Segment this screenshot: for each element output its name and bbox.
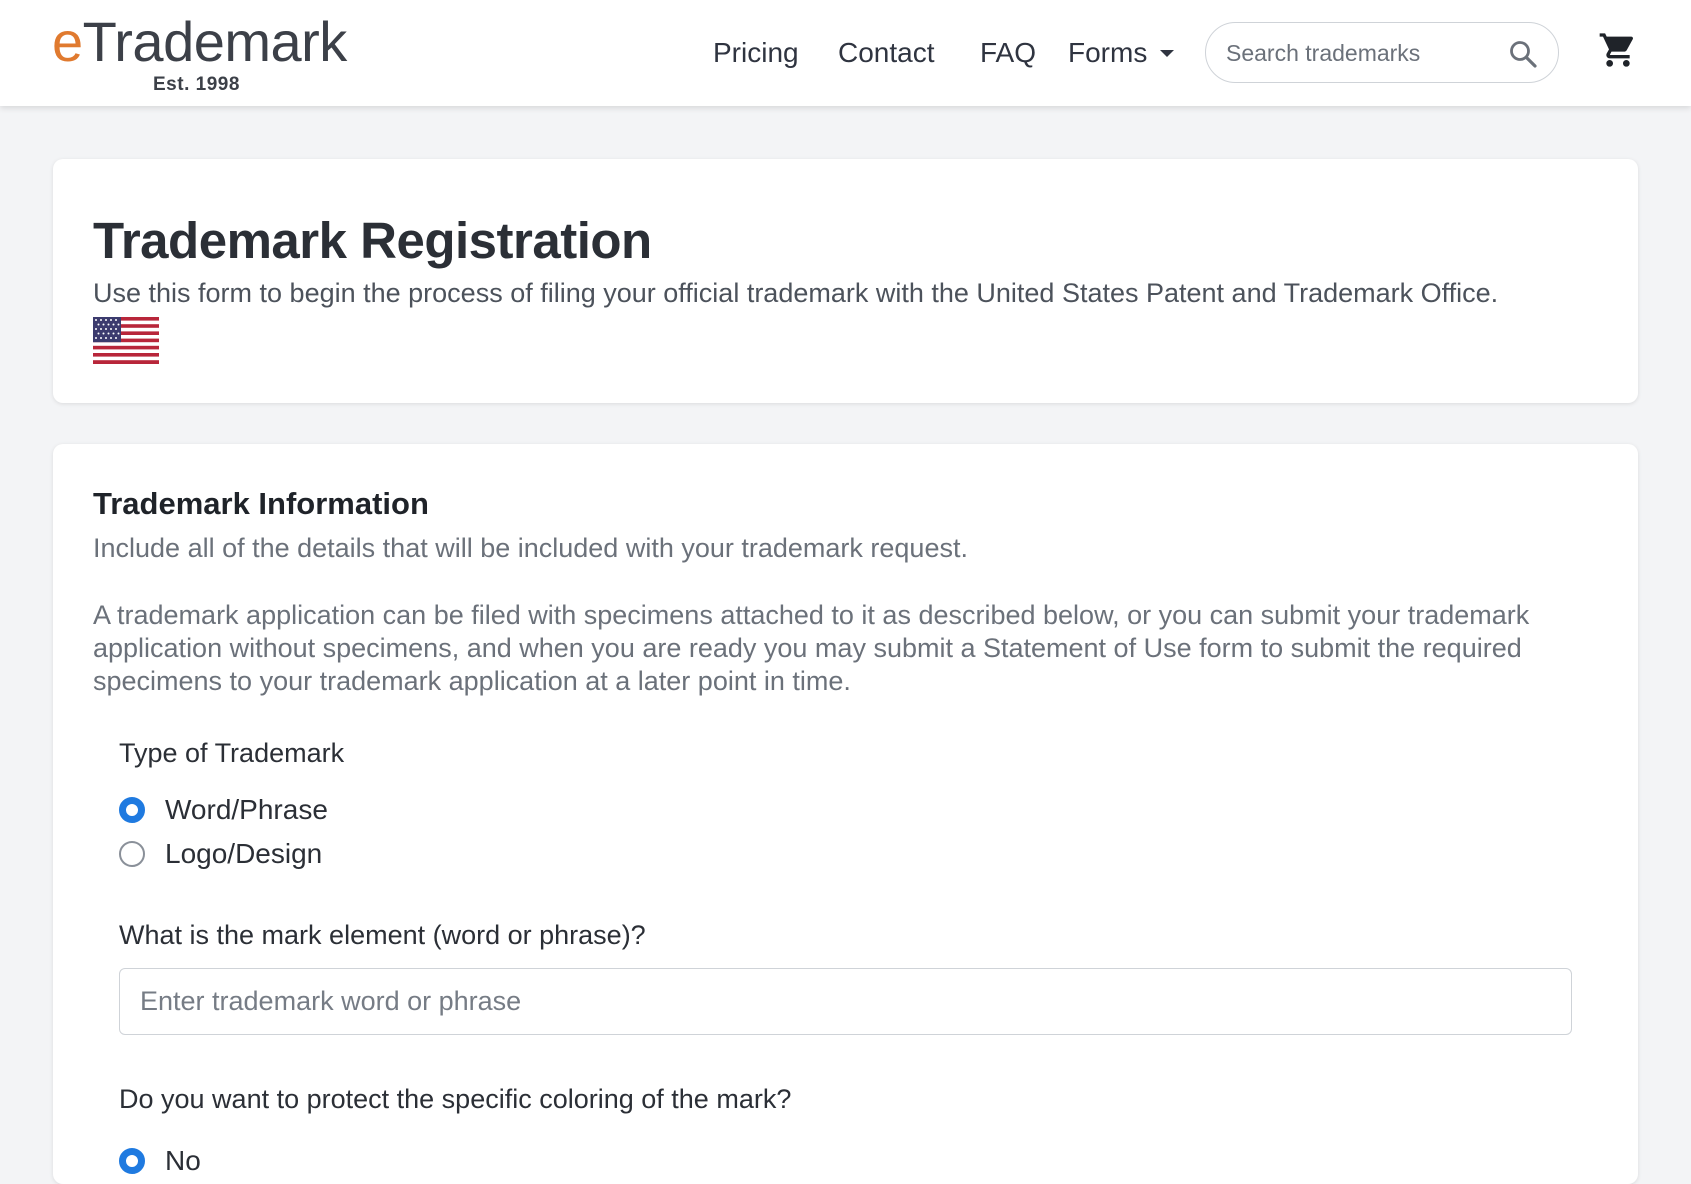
search-box [1205, 22, 1559, 83]
nav-forms[interactable]: Forms [1068, 30, 1147, 76]
color-protect-label: Do you want to protect the specific colo… [119, 1084, 792, 1114]
brand-logo[interactable]: eTrademark Est. 1998 [52, 10, 352, 96]
mark-element-input[interactable] [119, 968, 1572, 1035]
page-title: Trademark Registration [93, 212, 652, 269]
radio-label: Logo/Design [165, 838, 323, 869]
trademark-info-card: Trademark Information Include all of the… [53, 444, 1638, 1184]
section-title: Trademark Information [93, 486, 429, 521]
radio-label: No [165, 1145, 201, 1176]
top-navbar: eTrademark Est. 1998 Pricing Contact FAQ… [0, 0, 1691, 106]
nav-contact[interactable]: Contact [838, 30, 935, 76]
radio-button[interactable] [119, 841, 145, 867]
chevron-down-icon[interactable] [1160, 50, 1174, 57]
cart-icon[interactable] [1598, 30, 1638, 70]
section-description-specimens: A trademark application can be filed wit… [93, 600, 1530, 696]
nav-faq[interactable]: FAQ [980, 30, 1036, 76]
us-flag-icon [93, 317, 159, 364]
section-description: Include all of the details that will be … [93, 533, 968, 563]
search-input[interactable] [1226, 33, 1496, 73]
brand-name: eTrademark [52, 10, 347, 73]
trademark-type-label: Type of Trademark [119, 738, 345, 768]
radio-button-checked[interactable] [119, 797, 145, 823]
header-card: Trademark Registration Use this form to … [53, 159, 1638, 403]
search-icon[interactable] [1509, 40, 1537, 68]
brand-tagline: Est. 1998 [153, 74, 240, 95]
page-subtitle: Use this form to begin the process of fi… [93, 278, 1499, 308]
radio-button-checked[interactable] [119, 1148, 145, 1174]
radio-label: Word/Phrase [165, 794, 328, 825]
nav-pricing[interactable]: Pricing [713, 30, 799, 76]
mark-element-label: What is the mark element (word or phrase… [119, 920, 646, 950]
